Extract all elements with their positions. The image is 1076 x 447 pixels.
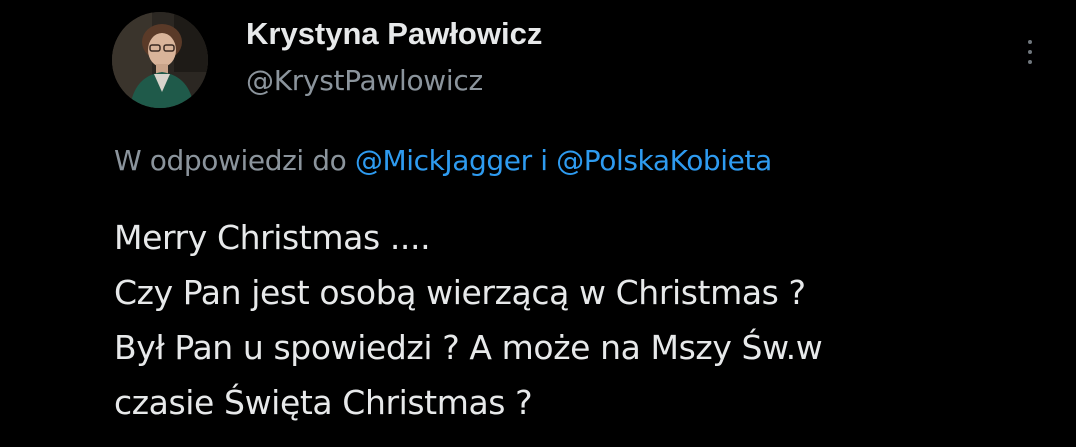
tweet-text-line: Merry Christmas .... xyxy=(114,218,431,257)
more-vertical-icon-dot xyxy=(1028,50,1032,54)
more-vertical-icon xyxy=(1028,40,1032,44)
mention-link-polskakobieta[interactable]: @PolskaKobieta xyxy=(556,144,772,177)
reply-prefix: W odpowiedzi do xyxy=(114,144,347,177)
more-vertical-icon-dot xyxy=(1028,60,1032,64)
tweet-text-line: Był Pan u spowiedzi ? A może na Mszy Św.… xyxy=(114,328,823,367)
tweet-text-line: czasie Święta Christmas ? xyxy=(114,383,533,422)
author-handle[interactable]: @KrystPawlowicz xyxy=(246,62,483,100)
reply-conjunction: i xyxy=(540,144,548,177)
tweet-text: Merry Christmas .... Czy Pan jest osobą … xyxy=(114,210,823,430)
tweet-text-line: Czy Pan jest osobą wierzącą w Christmas … xyxy=(114,273,806,312)
tweet: Krystyna Pawłowicz @KrystPawlowicz W odp… xyxy=(0,0,1076,447)
more-options-button[interactable] xyxy=(1014,32,1046,72)
author-avatar[interactable] xyxy=(112,12,208,108)
reply-context: W odpowiedzi do @MickJagger i @PolskaKob… xyxy=(114,142,772,180)
mention-link-mickjagger[interactable]: @MickJagger xyxy=(355,144,532,177)
avatar-photo-icon xyxy=(112,12,208,108)
author-display-name[interactable]: Krystyna Pawłowicz xyxy=(246,14,542,54)
